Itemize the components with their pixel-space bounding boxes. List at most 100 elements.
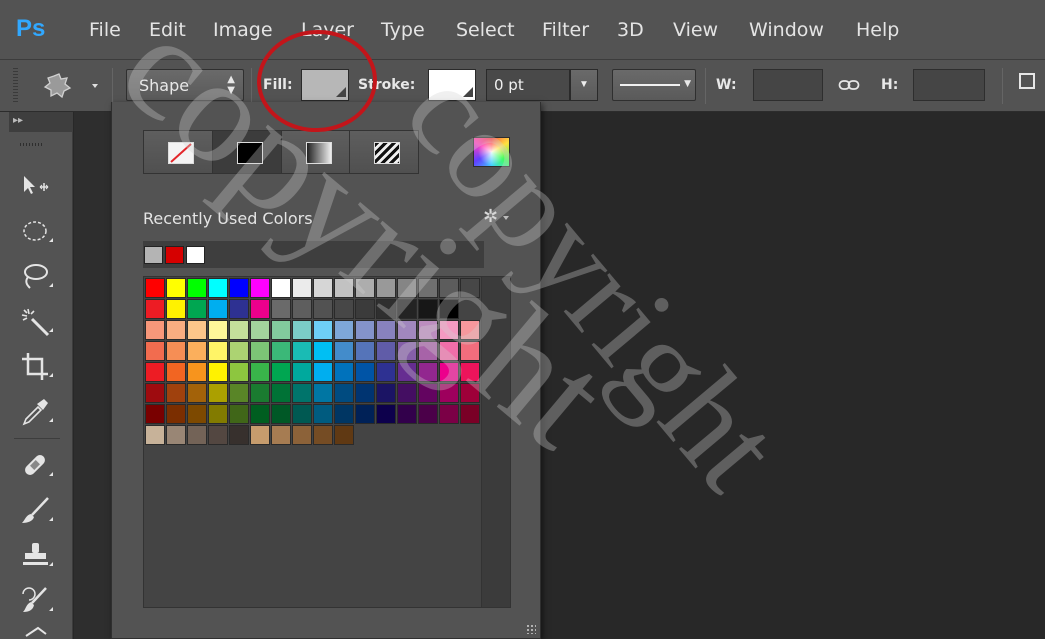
color-swatch[interactable] [439, 362, 459, 382]
stroke-swatch-button[interactable] [428, 69, 476, 101]
color-swatch[interactable] [355, 404, 375, 424]
clone-stamp-icon[interactable] [18, 539, 54, 573]
double-chevron-right-icon[interactable]: ▸▸ [13, 115, 23, 126]
options-bar-grip[interactable] [13, 68, 18, 104]
menu-view[interactable]: View [673, 19, 718, 41]
color-swatch[interactable] [271, 404, 291, 424]
color-swatch[interactable] [292, 299, 312, 319]
brush-icon[interactable] [18, 494, 54, 528]
history-brush-icon[interactable] [18, 584, 54, 618]
color-swatch[interactable] [250, 341, 270, 361]
healing-brush-icon[interactable] [18, 449, 54, 483]
color-swatch[interactable] [292, 383, 312, 403]
color-swatch[interactable] [376, 404, 396, 424]
color-swatch[interactable] [418, 404, 438, 424]
color-swatch[interactable] [418, 341, 438, 361]
color-swatch[interactable] [187, 425, 207, 445]
path-selection-icon[interactable] [18, 170, 54, 204]
color-swatch[interactable] [355, 383, 375, 403]
color-swatch[interactable] [229, 362, 249, 382]
color-swatch[interactable] [229, 383, 249, 403]
color-swatch[interactable] [250, 362, 270, 382]
color-swatch[interactable] [334, 320, 354, 340]
menu-3d[interactable]: 3D [617, 19, 644, 41]
color-swatch[interactable] [334, 299, 354, 319]
color-swatch[interactable] [229, 341, 249, 361]
color-swatch[interactable] [334, 278, 354, 298]
color-swatch[interactable] [397, 278, 417, 298]
swatch-scrollbar[interactable] [481, 276, 511, 608]
stroke-width-dropdown[interactable]: ▼ [570, 69, 598, 101]
stroke-type-dropdown[interactable]: ▼ [612, 69, 696, 101]
color-swatch[interactable] [208, 404, 228, 424]
color-swatch[interactable] [208, 320, 228, 340]
color-swatch[interactable] [166, 383, 186, 403]
color-swatch[interactable] [355, 278, 375, 298]
color-swatch[interactable] [439, 404, 459, 424]
menu-edit[interactable]: Edit [149, 19, 186, 41]
color-swatch[interactable] [250, 383, 270, 403]
menu-image[interactable]: Image [213, 19, 273, 41]
color-swatch[interactable] [166, 320, 186, 340]
color-swatch[interactable] [166, 404, 186, 424]
color-swatch[interactable] [187, 320, 207, 340]
color-swatch[interactable] [313, 278, 333, 298]
color-swatch[interactable] [397, 320, 417, 340]
color-swatch[interactable] [271, 341, 291, 361]
color-swatch[interactable] [208, 362, 228, 382]
link-icon[interactable] [838, 77, 860, 93]
menu-file[interactable]: File [89, 19, 121, 41]
color-swatch[interactable] [418, 383, 438, 403]
color-swatch[interactable] [208, 278, 228, 298]
color-swatch[interactable] [250, 299, 270, 319]
color-swatch[interactable] [166, 362, 186, 382]
color-swatch[interactable] [355, 341, 375, 361]
color-swatch[interactable] [439, 341, 459, 361]
eraser-icon[interactable] [18, 624, 54, 639]
eyedropper-icon[interactable] [18, 395, 54, 429]
color-swatch[interactable] [187, 341, 207, 361]
color-swatch[interactable] [229, 299, 249, 319]
color-swatch[interactable] [439, 320, 459, 340]
color-swatch[interactable] [376, 299, 396, 319]
color-swatch[interactable] [271, 320, 291, 340]
color-swatch[interactable] [460, 341, 480, 361]
color-swatch[interactable] [250, 278, 270, 298]
color-swatch[interactable] [397, 341, 417, 361]
color-swatch[interactable] [187, 383, 207, 403]
color-swatch[interactable] [397, 404, 417, 424]
color-swatch[interactable] [439, 299, 459, 319]
solid-color-button[interactable] [212, 131, 282, 173]
color-swatch[interactable] [334, 362, 354, 382]
color-swatch[interactable] [439, 278, 459, 298]
color-swatch[interactable] [250, 404, 270, 424]
menu-type[interactable]: Type [381, 19, 425, 41]
color-swatch[interactable] [460, 362, 480, 382]
menu-window[interactable]: Window [749, 19, 824, 41]
color-swatch[interactable] [439, 383, 459, 403]
path-operations-icon[interactable] [1019, 73, 1035, 89]
color-swatch[interactable] [334, 404, 354, 424]
color-swatch[interactable] [418, 320, 438, 340]
magic-wand-icon[interactable] [18, 305, 54, 339]
color-swatch[interactable] [187, 299, 207, 319]
color-swatch[interactable] [292, 425, 312, 445]
color-swatch[interactable] [145, 341, 165, 361]
color-swatch[interactable] [166, 341, 186, 361]
color-swatch[interactable] [145, 404, 165, 424]
menu-help[interactable]: Help [856, 19, 899, 41]
color-swatch[interactable] [418, 299, 438, 319]
color-swatch[interactable] [187, 278, 207, 298]
gear-icon[interactable]: ✲ [483, 206, 498, 227]
stroke-width-field[interactable]: 0 pt [486, 69, 570, 101]
color-swatch[interactable] [229, 425, 249, 445]
color-swatch[interactable] [313, 383, 333, 403]
color-swatch[interactable] [187, 404, 207, 424]
color-swatch[interactable] [376, 362, 396, 382]
color-swatch[interactable] [229, 404, 249, 424]
color-swatch[interactable] [271, 299, 291, 319]
tools-panel-grip[interactable] [20, 143, 43, 146]
resize-grip[interactable] [526, 624, 536, 634]
color-swatch[interactable] [313, 299, 333, 319]
color-swatch[interactable] [355, 320, 375, 340]
